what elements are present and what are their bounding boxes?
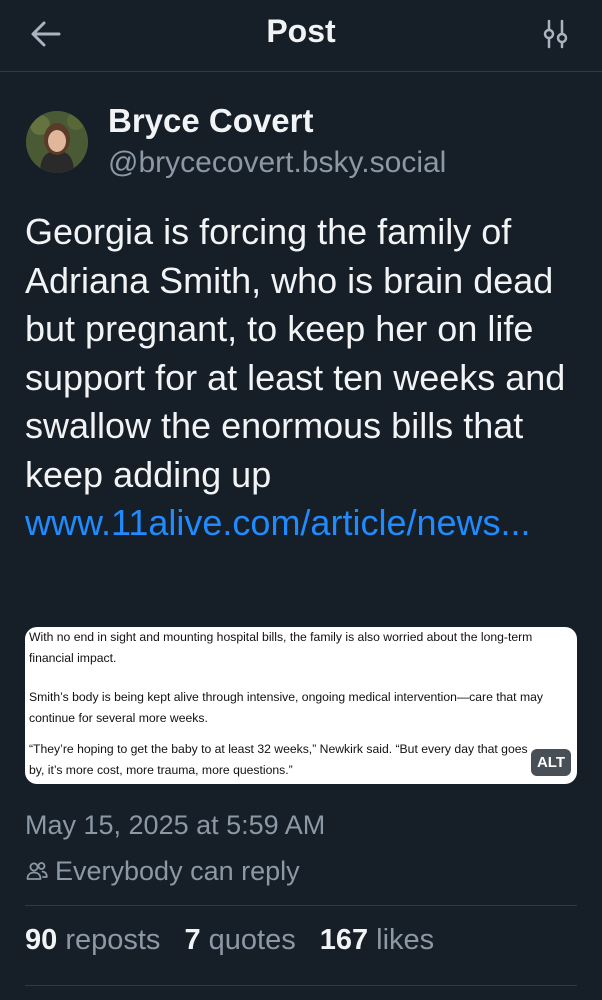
people-icon xyxy=(26,862,48,880)
page-title: Post xyxy=(266,13,336,49)
image-text-line: With no end in sight and mounting hospit… xyxy=(29,630,533,644)
post-stats: 90 reposts 7 quotes 167 likes xyxy=(25,924,458,957)
likes-stat[interactable]: 167 likes xyxy=(320,924,434,957)
post-timestamp: May 15, 2025 at 5:59 AM xyxy=(25,810,326,840)
image-text-line: by, it’s more cost, more trauma, more qu… xyxy=(29,763,293,777)
divider xyxy=(25,985,577,986)
reposts-label: reposts xyxy=(65,924,161,956)
image-text-line: Smith’s body is being kept alive through… xyxy=(29,690,543,704)
reply-setting-label: Everybody can reply xyxy=(55,855,300,886)
likes-count: 167 xyxy=(319,924,369,956)
post-text: Georgia is forcing the family of Adriana… xyxy=(25,211,566,495)
quotes-stat[interactable]: 7 quotes xyxy=(184,924,295,957)
likes-label: likes xyxy=(376,924,435,956)
quotes-count: 7 xyxy=(184,924,201,956)
author-handle[interactable]: @brycecovert.bsky.social xyxy=(108,146,446,180)
reposts-count: 90 xyxy=(25,924,58,956)
top-bar: Post xyxy=(0,0,602,72)
divider xyxy=(25,905,577,906)
post-image[interactable]: With no end in sight and mounting hospit… xyxy=(25,627,577,784)
quotes-label: quotes xyxy=(208,924,296,956)
image-text-line: “They’re hoping to get the baby to at le… xyxy=(29,742,528,756)
alt-text-badge[interactable]: ALT xyxy=(530,749,571,776)
author-name[interactable]: Bryce Covert xyxy=(108,102,313,140)
post-link[interactable]: www.11alive.com/article/news... xyxy=(25,502,531,543)
thread-settings-button[interactable] xyxy=(536,16,576,52)
image-text-line: continue for several more weeks. xyxy=(29,711,208,725)
reply-setting[interactable]: Everybody can reply xyxy=(25,854,300,888)
avatar[interactable] xyxy=(26,111,88,173)
post-body: Georgia is forcing the family of Adriana… xyxy=(25,208,585,548)
sliders-icon xyxy=(543,19,568,49)
image-text-line: financial impact. xyxy=(29,651,117,665)
reposts-stat[interactable]: 90 reposts xyxy=(25,924,160,957)
